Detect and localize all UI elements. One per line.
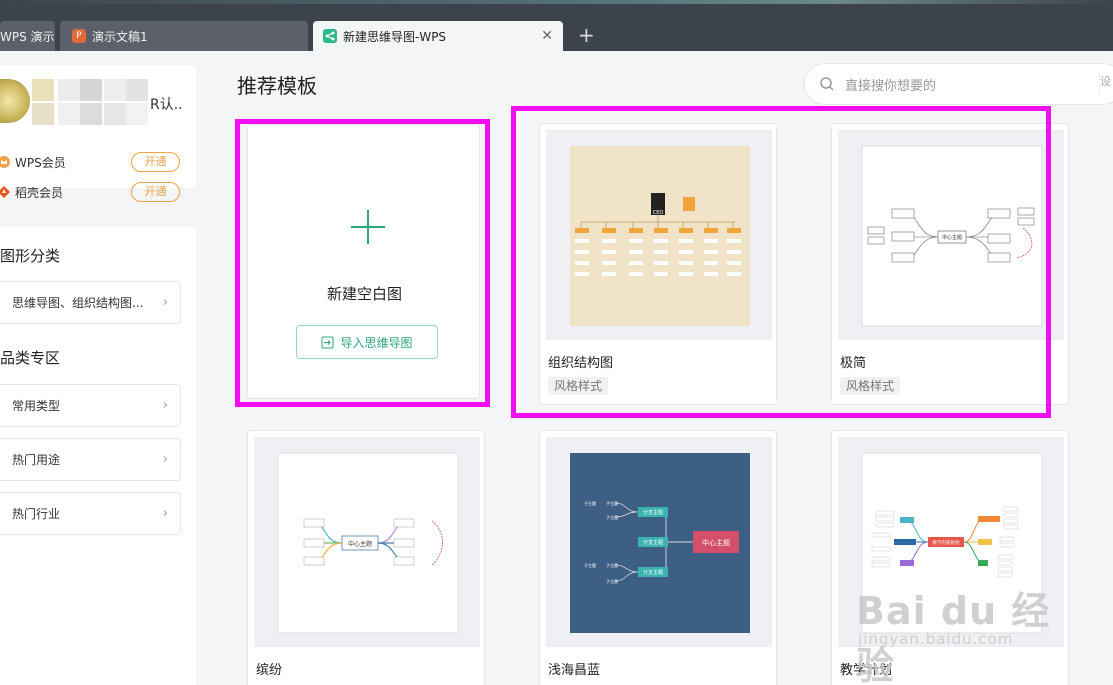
chevron-right-icon: › (162, 452, 168, 467)
page-title: 推荐模板 (237, 74, 317, 98)
template-tag: 风格样式 (840, 377, 901, 395)
member-label: 稻壳会员 (15, 185, 64, 200)
svg-text:子主题: 子主题 (606, 562, 618, 568)
mindmap-icon (323, 29, 337, 43)
new-tab-plus-icon[interactable]: + (578, 24, 595, 46)
blurred-name (126, 103, 148, 125)
svg-text:子主题: 子主题 (584, 562, 596, 568)
import-mindmap-button[interactable]: 导入思维导图 (296, 325, 438, 359)
blurred-name (80, 103, 102, 125)
svg-text:中心主题: 中心主题 (348, 540, 372, 548)
blurred-name (104, 79, 126, 101)
blurred-name (32, 103, 54, 125)
blurred-name (32, 79, 54, 101)
watermark-url: jingyan.baidu.com (858, 630, 1014, 648)
tab-label: 演示文稿1 (92, 29, 148, 44)
template-card-minimal[interactable]: 中心主题 极简 风格样式 (831, 123, 1069, 405)
tabbar-glow (0, 0, 1113, 4)
graphic-category-title: 图形分类 (0, 247, 61, 265)
blurred-name (58, 79, 80, 101)
chevron-right-icon: › (162, 506, 168, 521)
template-title: 组织结构图 (548, 356, 614, 371)
svg-text:子主题: 子主题 (606, 578, 618, 584)
docer-crown-icon (0, 186, 10, 198)
blurred-name (126, 79, 148, 101)
import-label: 导入思维导图 (340, 335, 413, 350)
docer-member-row: 稻壳会员 开通 (0, 182, 196, 202)
template-title: 浅海昌蓝 (548, 663, 601, 678)
category-item-label: 热门用途 (12, 453, 61, 467)
presentation-icon: P (72, 29, 86, 43)
category-panel: 图形分类 思维导图、组织结构图... › 品类专区 常用类型 › 热门用途 › … (0, 227, 196, 685)
blurred-name (58, 103, 80, 125)
template-thumbnail: 中心主题 分支主题 分支主题 分支主题 子主题 子主题 子主题 子主题 子主题 子主… (546, 437, 772, 647)
svg-text:子主题: 子主题 (584, 500, 596, 506)
svg-text:教学内容规划: 教学内容规划 (933, 539, 960, 546)
template-card-ocean-blue[interactable]: 中心主题 分支主题 分支主题 分支主题 子主题 子主题 子主题 子主题 子主题 子主… (539, 430, 777, 685)
template-card-org-chart[interactable]: CEO 组织结构图 风格样式 (539, 123, 777, 405)
tab-wps-presentation[interactable]: WPS 演示 (0, 21, 55, 51)
svg-text:分支主题: 分支主题 (643, 569, 663, 576)
chevron-right-icon: › (162, 398, 168, 413)
template-card-colorful[interactable]: 中心主题 缤纷 (247, 430, 485, 685)
tab-label: 新建思维导图-WPS (343, 29, 447, 44)
profile-panel: R认.. WPS会员 开通 稻壳会员 开通 (0, 65, 196, 202)
svg-text:子主题: 子主题 (606, 514, 618, 520)
crown-icon (0, 156, 10, 168)
member-label: WPS会员 (15, 155, 66, 170)
open-docer-member-button[interactable]: 开通 (131, 182, 180, 202)
svg-text:分支主题: 分支主题 (643, 509, 663, 516)
import-icon (321, 336, 334, 348)
wps-member-row: WPS会员 开通 (0, 152, 196, 172)
tab-new-mindmap[interactable]: 新建思维导图-WPS ✕ (313, 21, 563, 51)
svg-text:子主题: 子主题 (606, 500, 618, 506)
category-item-label: 常用类型 (12, 399, 61, 413)
template-thumbnail: 中心主题 (254, 437, 480, 647)
svg-text:分支主题: 分支主题 (643, 539, 663, 546)
new-blank-card[interactable]: 新建空白图 导入思维导图 (247, 124, 480, 399)
search-placeholder: 直接搜你想要的 (845, 78, 937, 94)
template-tag: 风格样式 (548, 377, 609, 395)
search-icon (820, 77, 834, 91)
template-title: 极简 (840, 356, 867, 371)
category-item-label: 思维导图、组织结构图... (12, 296, 144, 310)
blurred-name (80, 79, 102, 101)
plus-icon (351, 210, 385, 244)
svg-text:中心主题: 中心主题 (702, 538, 730, 547)
open-wps-member-button[interactable]: 开通 (131, 152, 180, 172)
close-icon[interactable]: ✕ (541, 28, 553, 44)
product-area-title: 品类专区 (0, 349, 61, 367)
graphic-category-item[interactable]: 思维导图、组织结构图... › (0, 281, 181, 324)
tab-bar: WPS 演示 P 演示文稿1 新建思维导图-WPS ✕ + (0, 0, 1113, 51)
template-thumbnail: 中心主题 (838, 130, 1064, 340)
category-item-label: 热门行业 (12, 507, 61, 521)
template-title: 缤纷 (256, 663, 283, 678)
svg-text:中心主题: 中心主题 (942, 234, 962, 241)
template-thumbnail: CEO (546, 130, 772, 340)
user-name: R认.. (150, 97, 183, 113)
baidu-watermark: Bai du 经验 jingyan.baidu.com (856, 580, 1086, 685)
product-area-item-common[interactable]: 常用类型 › (0, 384, 181, 427)
chevron-right-icon: › (162, 295, 168, 310)
new-blank-label: 新建空白图 (326, 285, 402, 303)
blurred-name (104, 103, 126, 125)
product-area-item-uses[interactable]: 热门用途 › (0, 438, 181, 481)
sidebar: R认.. WPS会员 开通 稻壳会员 开通 图形分类 思维导图、组织结构图...… (0, 51, 198, 685)
tab-presentation-draft[interactable]: P 演示文稿1 (60, 21, 308, 51)
avatar[interactable] (0, 79, 30, 123)
product-area-item-industry[interactable]: 热门行业 › (0, 492, 181, 535)
search-input[interactable]: 直接搜你想要的 设 (804, 63, 1113, 105)
search-end-text: 设 (1099, 73, 1113, 97)
tab-label: WPS 演示 (0, 29, 55, 44)
